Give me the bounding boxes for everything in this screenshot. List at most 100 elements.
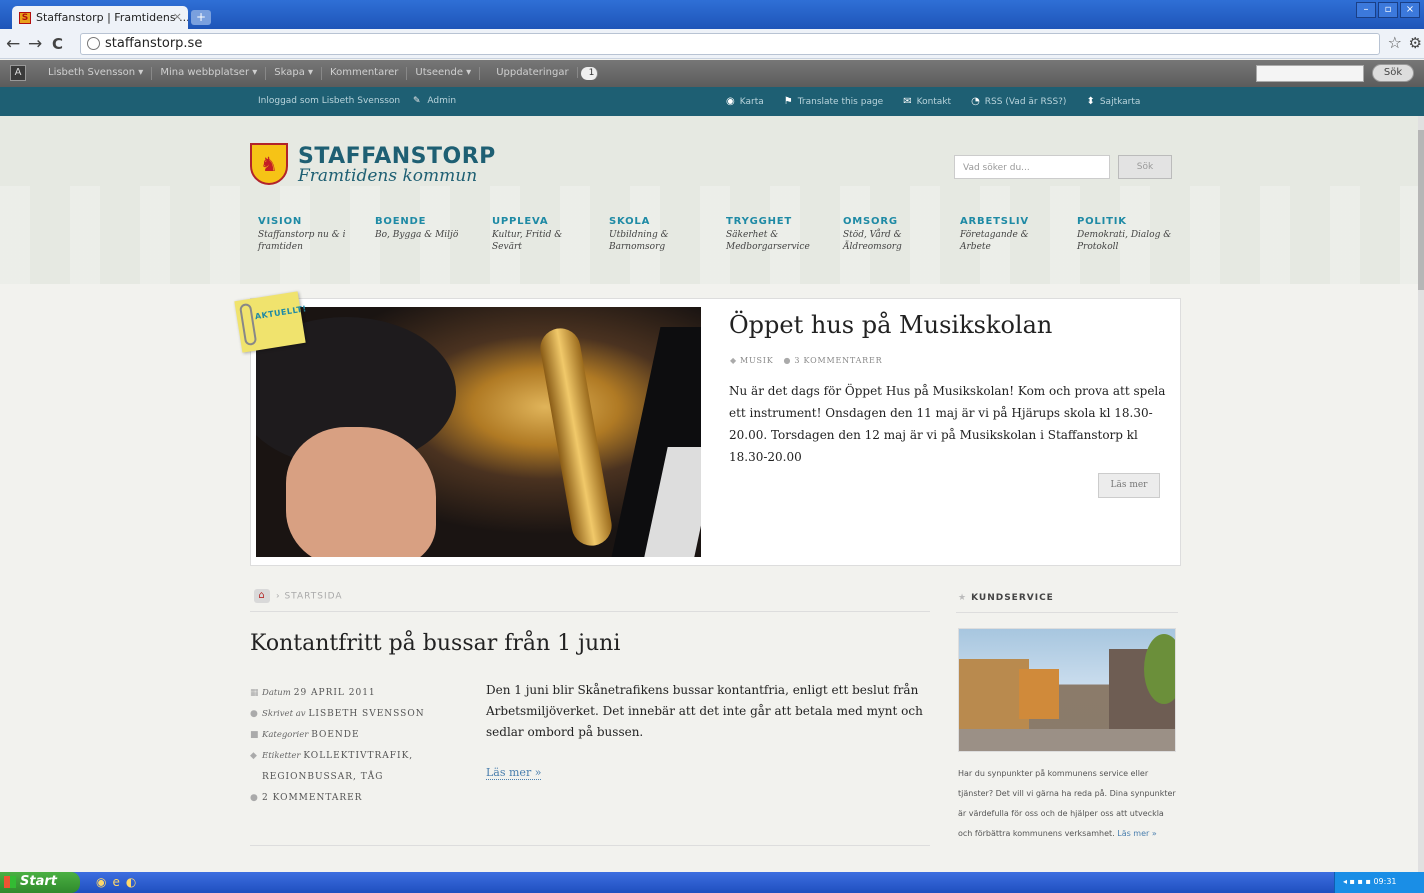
tab-close-icon[interactable]: × (173, 10, 182, 23)
kundservice-image[interactable] (958, 628, 1176, 752)
user-avatar-icon[interactable]: A (10, 65, 26, 81)
featured-comments[interactable]: 3 KOMMENTARER (794, 356, 882, 365)
translate-label: Translate this page (797, 97, 884, 107)
rss-link[interactable]: ◔ RSS (Vad är RSS?) (971, 96, 1066, 107)
window-controls: – ▫ × (1356, 2, 1420, 18)
windows-flag-icon (4, 876, 16, 888)
translate-link[interactable]: ⚑ Translate this page (784, 96, 883, 107)
nav-item-arbetsliv[interactable]: ARBETSLIV Företagande & Arbete (960, 216, 1077, 253)
star-icon: ★ (958, 593, 968, 603)
scrollbar-thumb[interactable] (1418, 130, 1424, 290)
admin-menu-new[interactable]: Skapa ▾ (266, 67, 323, 80)
quick-launch: ◉ e ◐ (96, 875, 136, 889)
post-comments[interactable]: 2 KOMMENTARER (262, 793, 362, 803)
nav-item-skola[interactable]: SKOLA Utbildning & Barnomsorg (609, 216, 726, 253)
admin-search-button[interactable]: Sök (1372, 64, 1414, 82)
post-tags-line1[interactable]: KOLLEKTIVTRAFIK, (303, 751, 413, 761)
site-search-button[interactable]: Sök (1118, 155, 1172, 179)
back-button[interactable]: ← (6, 34, 20, 54)
coat-of-arms-icon[interactable]: ♞ (250, 143, 288, 185)
start-button[interactable]: Start (0, 872, 80, 893)
admin-search-input[interactable] (1256, 65, 1364, 82)
nav-title: UPPLEVA (492, 216, 549, 227)
home-icon[interactable]: ⌂ (254, 589, 270, 603)
aktuellt-tag: AKTUELLT! (234, 291, 307, 353)
rss-label: RSS (Vad är RSS?) (984, 97, 1067, 107)
main-navigation: VISION Staffanstorp nu & i framtiden BOEN… (258, 216, 1194, 253)
divider (250, 845, 930, 846)
nav-item-vision[interactable]: VISION Staffanstorp nu & i framtiden (258, 216, 375, 253)
nav-title: ARBETSLIV (960, 216, 1029, 227)
globe-icon (87, 37, 100, 50)
tab-title: Staffanstorp | Framtidens ... (36, 11, 188, 24)
site-topbar: Inloggad som Lisbeth Svensson ✎ Admin ◉ K… (0, 87, 1424, 116)
admin-menu-user[interactable]: Lisbeth Svensson ▾ (40, 67, 153, 80)
nav-title: OMSORG (843, 216, 898, 227)
url-text: staffanstorp.se (105, 36, 203, 51)
featured-title[interactable]: Öppet hus på Musikskolan (729, 311, 1052, 339)
admin-menu-comments[interactable]: Kommentarer (322, 67, 408, 80)
nav-item-politik[interactable]: POLITIK Demokrati, Dialog & Protokoll (1077, 216, 1194, 253)
tag-icon: ◆ (730, 356, 737, 365)
ie-icon[interactable]: e (112, 875, 119, 889)
nav-title: BOENDE (375, 216, 427, 227)
sidebar-title: ★ KUNDSERVICE (958, 593, 1054, 603)
close-window-button[interactable]: × (1400, 2, 1420, 18)
browser-titlebar: S Staffanstorp | Framtidens ... × + – ▫ … (0, 0, 1424, 29)
bookmark-star-icon[interactable]: ☆ (1388, 33, 1402, 52)
sitemap-link[interactable]: ⬍ Sajtkarta (1086, 96, 1140, 107)
sitemap-label: Sajtkarta (1099, 97, 1141, 107)
featured-meta: ◆ MUSIK ● 3 KOMMENTARER (730, 356, 882, 365)
pencil-icon: ✎ (413, 96, 421, 106)
admin-link[interactable]: Admin (427, 96, 456, 106)
tags-label: Etiketter (262, 751, 301, 761)
minimize-button[interactable]: – (1356, 2, 1376, 18)
nav-item-boende[interactable]: BOENDE Bo, Bygga & Miljö (375, 216, 492, 253)
wrench-menu-icon[interactable]: ⚙ (1409, 34, 1422, 52)
post-tags-line2[interactable]: REGIONBUSSAR, TÅG (262, 772, 383, 782)
nav-subtitle: Säkerhet & Medborgarservice (726, 230, 810, 252)
admin-updates-label: Uppdateringar (488, 67, 578, 78)
contact-link[interactable]: ✉ Kontakt (903, 96, 951, 107)
category-label: Kategorier (262, 730, 309, 740)
new-tab-button[interactable]: + (191, 10, 211, 25)
nav-subtitle: Företagande & Arbete (960, 230, 1029, 252)
user-icon: ● (250, 709, 258, 719)
post-read-more-link[interactable]: Läs mer » (486, 766, 542, 780)
post-author[interactable]: LISBETH SVENSSON (308, 709, 424, 719)
forward-button[interactable]: → (28, 34, 42, 54)
sidebar-read-more-link[interactable]: Läs mer » (1117, 829, 1157, 838)
post-category[interactable]: BOENDE (311, 730, 359, 740)
site-search-input[interactable]: Vad söker du... (954, 155, 1110, 179)
sidebar-title-text: KUNDSERVICE (971, 593, 1054, 603)
start-label: Start (20, 874, 57, 889)
maximize-button[interactable]: ▫ (1378, 2, 1398, 18)
map-link[interactable]: ◉ Karta (726, 96, 764, 107)
reload-button[interactable]: C (52, 34, 63, 54)
admin-menu-appearance[interactable]: Utseende ▾ (407, 67, 481, 80)
paperclip-icon (238, 302, 258, 347)
os-taskbar: Start ◉ e ◐ ◂ ▪ ▪ ▪ 09:31 (0, 872, 1424, 893)
post-excerpt: Den 1 juni blir Skånetrafikens bussar ko… (486, 683, 923, 739)
admin-menu-sites[interactable]: Mina webbplatser ▾ (152, 67, 267, 80)
map-label: Karta (739, 97, 764, 107)
updates-count-badge: 1 (580, 67, 598, 80)
breadcrumb-current: STARTSIDA (284, 591, 343, 602)
nav-item-omsorg[interactable]: OMSORG Stöd, Vård & Äldreomsorg (843, 216, 960, 253)
comment-icon: ● (783, 356, 792, 365)
sidebar-body: Har du synpunkter på kommunens service e… (958, 769, 1176, 838)
nav-item-uppleva[interactable]: UPPLEVA Kultur, Fritid & Sevärt (492, 216, 609, 253)
featured-category[interactable]: MUSIK (740, 356, 774, 365)
featured-read-more-button[interactable]: Läs mer (1098, 473, 1160, 498)
login-status: Inloggad som Lisbeth Svensson ✎ Admin (258, 96, 456, 106)
nav-item-trygghet[interactable]: TRYGGHET Säkerhet & Medborgarservice (726, 216, 843, 253)
clock[interactable]: 09:31 (1373, 877, 1396, 886)
featured-image[interactable] (256, 307, 701, 557)
app-icon[interactable]: ◐ (126, 875, 136, 889)
admin-menu-updates[interactable]: Uppdateringar 1 (480, 67, 605, 80)
globe-icon: ◉ (726, 96, 735, 107)
chrome-icon[interactable]: ◉ (96, 875, 106, 889)
browser-tab[interactable]: S Staffanstorp | Framtidens ... × (12, 6, 188, 29)
post-title[interactable]: Kontantfritt på bussar från 1 juni (250, 631, 620, 656)
address-bar[interactable]: staffanstorp.se (80, 33, 1380, 55)
